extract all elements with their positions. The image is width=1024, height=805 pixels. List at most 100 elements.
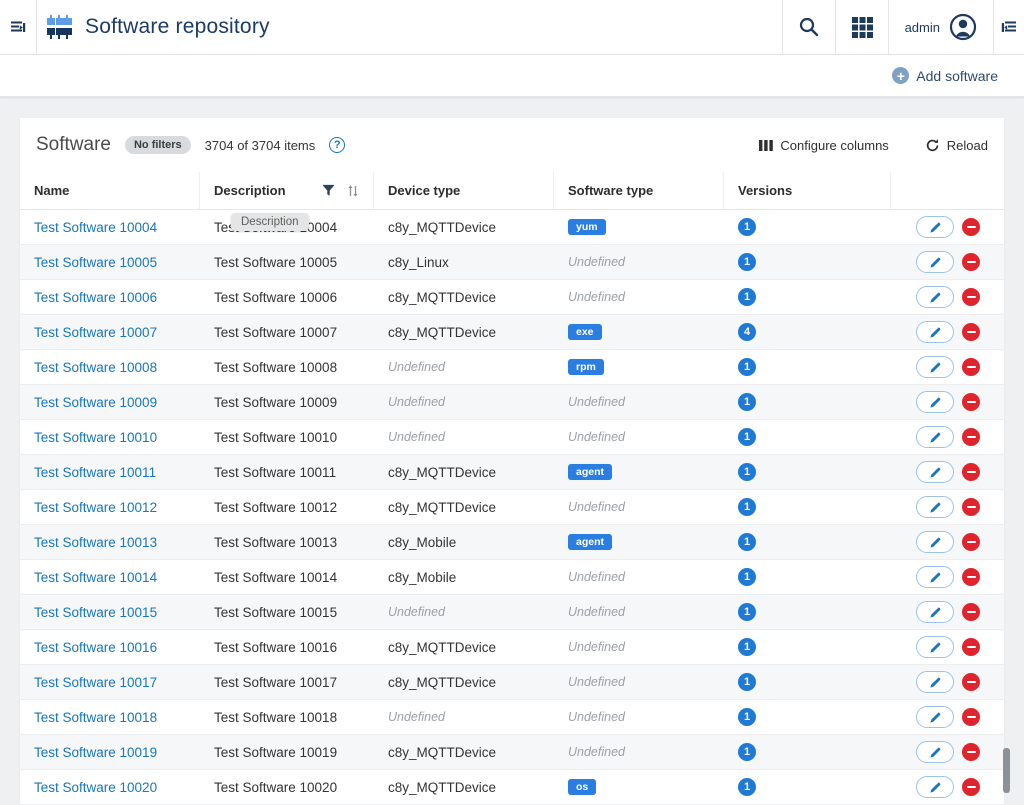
software-name-link[interactable]: Test Software 10013 [34, 535, 157, 550]
edit-button[interactable] [916, 531, 954, 553]
edit-button[interactable] [916, 391, 954, 413]
delete-button[interactable] [962, 323, 980, 341]
column-header-device-type[interactable]: Device type [374, 172, 554, 209]
column-header-software-type[interactable]: Software type [554, 172, 724, 209]
menu-collapse-button[interactable] [0, 0, 37, 54]
software-name-link[interactable]: Test Software 10007 [34, 325, 157, 340]
edit-button[interactable] [916, 741, 954, 763]
software-name-link[interactable]: Test Software 10017 [34, 675, 157, 690]
versions-badge: 4 [738, 323, 756, 341]
edit-button[interactable] [916, 426, 954, 448]
table-row: Test Software 10016 Test Software 10016 … [20, 630, 1004, 665]
sort-icon[interactable] [347, 184, 359, 198]
software-type-badge: yum [568, 219, 606, 235]
configure-columns-button[interactable]: Configure columns [759, 138, 888, 153]
description-cell-text: Test Software 10018 [214, 710, 337, 725]
edit-pencil-icon [929, 431, 942, 444]
user-menu-button[interactable]: admin [888, 0, 993, 54]
software-name-link[interactable]: Test Software 10006 [34, 290, 157, 305]
name-cell: Test Software 10016 [20, 630, 200, 664]
edit-button[interactable] [916, 251, 954, 273]
delete-button[interactable] [962, 428, 980, 446]
right-drawer-icon [999, 17, 1019, 37]
edit-button[interactable] [916, 776, 954, 798]
edit-button[interactable] [916, 636, 954, 658]
edit-button[interactable] [916, 461, 954, 483]
software-name-link[interactable]: Test Software 10014 [34, 570, 157, 585]
software-name-link[interactable]: Test Software 10019 [34, 745, 157, 760]
device-type-cell: c8y_MQTTDevice [374, 665, 554, 699]
versions-badge: 1 [738, 253, 756, 271]
edit-button[interactable] [916, 216, 954, 238]
help-icon[interactable]: ? [329, 137, 345, 153]
delete-button[interactable] [962, 638, 980, 656]
description-cell-text: Test Software 10015 [214, 605, 337, 620]
software-name-link[interactable]: Test Software 10011 [34, 465, 156, 480]
delete-button[interactable] [962, 358, 980, 376]
edit-button[interactable] [916, 286, 954, 308]
software-name-link[interactable]: Test Software 10016 [34, 640, 157, 655]
actions-cell [891, 490, 1004, 524]
versions-cell: 4 [724, 315, 891, 349]
delete-button[interactable] [962, 288, 980, 306]
edit-button[interactable] [916, 566, 954, 588]
filter-icon[interactable] [322, 184, 335, 197]
description-cell: Test Software 10008 [200, 350, 374, 384]
delete-button[interactable] [962, 568, 980, 586]
software-type-badge: agent [568, 534, 612, 550]
vertical-scrollbar-thumb[interactable] [1003, 748, 1010, 793]
software-type-cell: Undefined [554, 280, 724, 314]
delete-button[interactable] [962, 463, 980, 481]
software-name-link[interactable]: Test Software 10009 [34, 395, 157, 410]
column-header-versions[interactable]: Versions [724, 172, 891, 209]
description-cell: Test Software 10019 [200, 735, 374, 769]
edit-button[interactable] [916, 496, 954, 518]
delete-button[interactable] [962, 498, 980, 516]
software-name-link[interactable]: Test Software 10008 [34, 360, 157, 375]
delete-button[interactable] [962, 253, 980, 271]
edit-pencil-icon [929, 256, 942, 269]
software-name-link[interactable]: Test Software 10018 [34, 710, 157, 725]
software-name-link[interactable]: Test Software 10010 [34, 430, 157, 445]
edit-button[interactable] [916, 356, 954, 378]
edit-button[interactable] [916, 601, 954, 623]
reload-button[interactable]: Reload [925, 138, 988, 153]
software-name-link[interactable]: Test Software 10015 [34, 605, 157, 620]
software-name-link[interactable]: Test Software 10004 [34, 220, 157, 235]
table-row: Test Software 10014 Test Software 10014 … [20, 560, 1004, 595]
edit-button[interactable] [916, 706, 954, 728]
delete-button[interactable] [962, 393, 980, 411]
software-type-cell: Undefined [554, 560, 724, 594]
software-name-link[interactable]: Test Software 10020 [34, 780, 157, 795]
software-type-text: Undefined [568, 395, 625, 409]
app-switcher-button[interactable] [835, 0, 888, 54]
search-button[interactable] [782, 0, 835, 54]
user-avatar-icon [949, 13, 977, 41]
delete-button[interactable] [962, 743, 980, 761]
delete-button[interactable] [962, 778, 980, 796]
column-header-description[interactable]: Description [200, 172, 374, 209]
column-header-name[interactable]: Name [20, 172, 200, 209]
delete-button[interactable] [962, 708, 980, 726]
versions-cell: 1 [724, 560, 891, 594]
delete-button[interactable] [962, 673, 980, 691]
right-drawer-button[interactable] [993, 0, 1024, 54]
add-software-button[interactable]: + Add software [892, 67, 998, 84]
delete-button[interactable] [962, 533, 980, 551]
edit-button[interactable] [916, 321, 954, 343]
page-title: Software repository [85, 15, 270, 39]
description-cell: Test Software 10020 [200, 770, 374, 804]
name-cell: Test Software 10010 [20, 420, 200, 454]
versions-badge: 1 [738, 463, 756, 481]
description-cell-text: Test Software 10008 [214, 360, 337, 375]
delete-button[interactable] [962, 603, 980, 621]
table-body: Test Software 10004 Test Software 10004 … [20, 210, 1004, 805]
software-name-link[interactable]: Test Software 10005 [34, 255, 157, 270]
versions-cell: 1 [724, 210, 891, 244]
software-name-link[interactable]: Test Software 10012 [34, 500, 157, 515]
software-type-text: Undefined [568, 675, 625, 689]
versions-cell: 1 [724, 420, 891, 454]
edit-button[interactable] [916, 671, 954, 693]
delete-button[interactable] [962, 218, 980, 236]
software-type-text: Undefined [568, 710, 625, 724]
